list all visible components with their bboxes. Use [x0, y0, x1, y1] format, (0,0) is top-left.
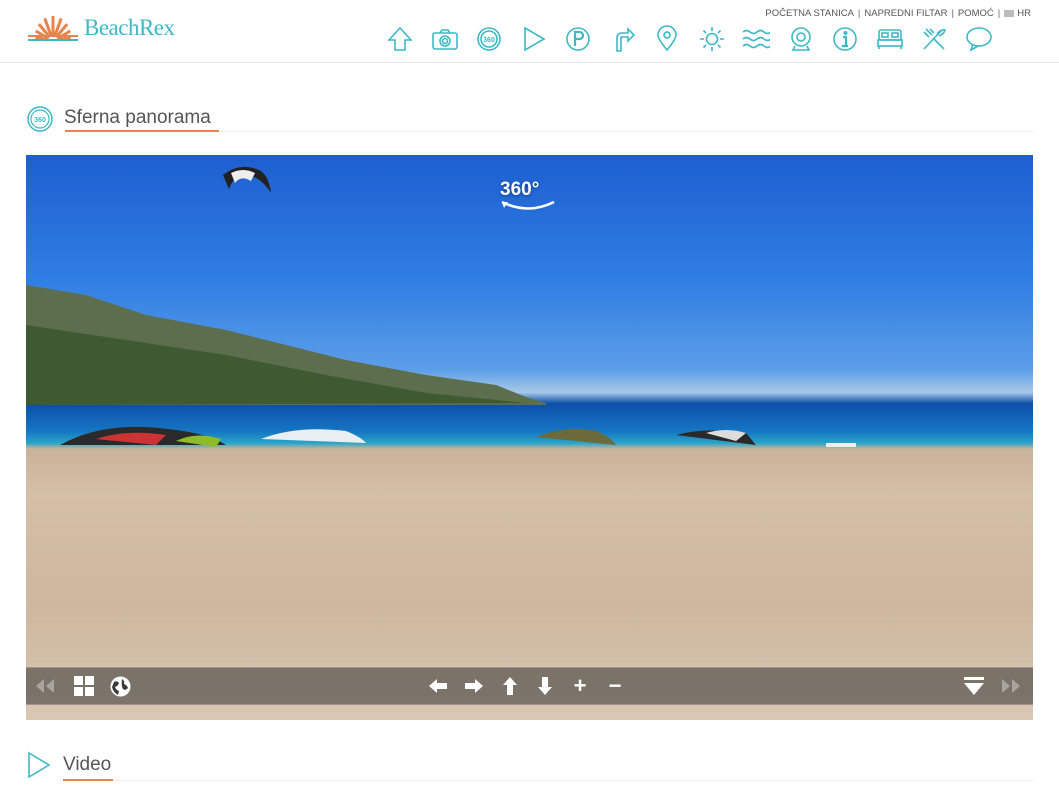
separator: |: [857, 8, 861, 19]
360-icon[interactable]: 360: [475, 24, 503, 54]
forward-icon[interactable]: [998, 668, 1024, 704]
restaurant-icon[interactable]: [920, 24, 948, 54]
arrow-down-icon[interactable]: [533, 668, 557, 704]
360-badge: 360°: [500, 179, 555, 210]
category-icons: 360: [386, 24, 1009, 54]
globe-icon[interactable]: [108, 668, 132, 704]
arrow-up-icon[interactable]: [498, 668, 522, 704]
panorama-viewer[interactable]: 360° + −: [26, 155, 1033, 720]
language-select[interactable]: HR: [1017, 8, 1031, 19]
separator: |: [997, 8, 1001, 19]
section-divider: [63, 780, 1033, 781]
flag-icon: [1004, 10, 1015, 17]
logo-text: BeachRex: [84, 15, 175, 40]
panorama-section-header: 360 Sferna panorama: [26, 103, 211, 133]
sunrise-logo-icon: [28, 16, 78, 42]
arrow-left-icon[interactable]: [426, 668, 450, 704]
svg-text:360: 360: [483, 37, 495, 44]
title-underline: [65, 130, 219, 132]
grid-icon[interactable]: [72, 668, 96, 704]
zoom-out-icon[interactable]: −: [603, 668, 627, 704]
top-bar: BeachRex POČETNA STANICA | NAPREDNI FILT…: [0, 0, 1059, 63]
kite: [223, 166, 271, 193]
webcam-icon[interactable]: [787, 24, 815, 54]
play-icon[interactable]: [520, 24, 548, 54]
waves-icon[interactable]: [742, 24, 770, 54]
rotate-arrow-icon: [501, 200, 555, 210]
arrow-up-icon[interactable]: [386, 24, 414, 54]
camera-icon[interactable]: [431, 24, 459, 54]
play-icon: [28, 751, 51, 779]
kite-gear: [60, 426, 856, 447]
viewer-control-bar: + −: [26, 667, 1033, 705]
info-icon[interactable]: [831, 24, 859, 54]
panorama-section-title: Sferna panorama: [64, 107, 211, 128]
link-advanced-filter[interactable]: NAPREDNI FILTAR: [864, 8, 947, 19]
hide-controls-icon[interactable]: [962, 668, 986, 704]
arrow-right-icon[interactable]: [462, 668, 486, 704]
link-home[interactable]: POČETNA STANICA: [765, 8, 854, 19]
link-help[interactable]: POMOĆ: [958, 8, 994, 19]
separator: |: [951, 8, 954, 19]
video-section-title: Video: [63, 754, 112, 775]
video-section-header: Video: [26, 751, 111, 779]
bed-icon[interactable]: [876, 24, 904, 54]
360-icon: 360: [27, 106, 53, 132]
top-links: POČETNA STANICA | NAPREDNI FILTAR | POMO…: [765, 8, 1031, 19]
parking-icon[interactable]: [564, 24, 592, 54]
360-badge-text: 360°: [500, 179, 540, 200]
svg-text:360: 360: [34, 117, 46, 124]
location-pin-icon[interactable]: [653, 24, 681, 54]
sun-icon[interactable]: [698, 24, 726, 54]
logo[interactable]: BeachRex: [26, 13, 175, 43]
title-underline: [63, 779, 113, 781]
mountain-landscape: [26, 285, 546, 405]
zoom-in-icon[interactable]: +: [568, 668, 592, 704]
rewind-icon[interactable]: [32, 668, 58, 704]
chat-icon[interactable]: [965, 24, 993, 54]
directions-icon[interactable]: [609, 24, 637, 54]
